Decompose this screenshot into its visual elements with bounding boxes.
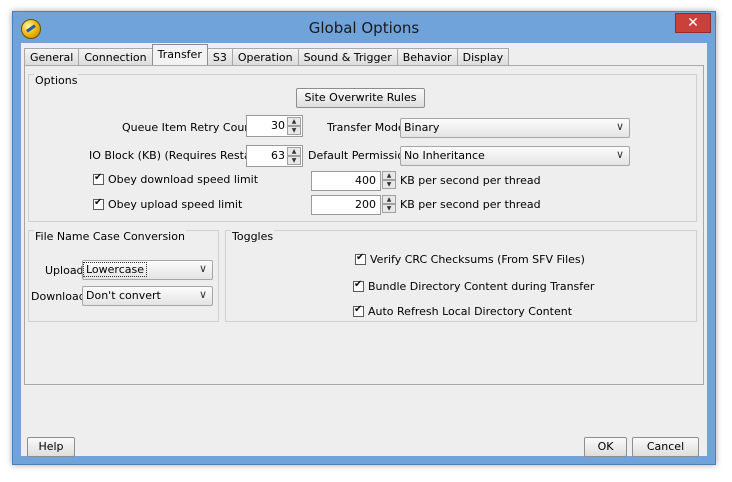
- chevron-down-icon: ∨: [198, 262, 207, 275]
- ok-button[interactable]: OK: [584, 437, 627, 457]
- upload-case-label: Upload: [45, 264, 84, 277]
- download-limit-arrows[interactable]: ▲ ▼: [380, 171, 396, 191]
- download-limit-input[interactable]: 400: [311, 171, 381, 191]
- retry-count-spinner[interactable]: 30 ▲ ▼: [246, 115, 303, 137]
- toggles-group: Toggles Verify CRC Checksums (From SFV F…: [225, 230, 697, 322]
- upload-limit-label: Obey upload speed limit: [108, 197, 243, 211]
- download-limit-checkbox[interactable]: Obey download speed limit: [93, 171, 258, 187]
- download-case-label: Download: [31, 290, 86, 303]
- case-conversion-group: File Name Case Conversion Upload Lowerca…: [28, 230, 219, 322]
- tab-general[interactable]: General: [24, 48, 80, 65]
- default-permission-select[interactable]: No Inheritance ∨: [400, 146, 630, 166]
- tab-behavior[interactable]: Behavior: [396, 48, 458, 65]
- options-window: Global Options ✕ General Connection Tran…: [12, 11, 716, 465]
- auto-refresh-label: Auto Refresh Local Directory Content: [368, 304, 573, 318]
- tab-operation[interactable]: Operation: [231, 48, 299, 65]
- tab-display[interactable]: Display: [456, 48, 510, 65]
- tab-s3[interactable]: S3: [206, 48, 233, 65]
- download-unit-label: KB per second per thread: [400, 174, 541, 187]
- download-case-value: Don't convert: [86, 289, 161, 302]
- auto-refresh-checkbox[interactable]: Auto Refresh Local Directory Content: [353, 303, 572, 319]
- options-group-title: Options: [34, 74, 79, 87]
- upload-case-value: Lowercase: [83, 262, 147, 277]
- checkmark-icon: [93, 197, 104, 210]
- default-permission-value: No Inheritance: [404, 149, 485, 162]
- io-block-label: IO Block (KB) (Requires Restart): [89, 149, 264, 162]
- window-title: Global Options: [308, 19, 420, 37]
- verify-crc-checkbox[interactable]: Verify CRC Checksums (From SFV Files): [355, 251, 585, 267]
- upload-limit-checkbox[interactable]: Obey upload speed limit: [93, 196, 242, 212]
- arrow-down-icon[interactable]: ▼: [287, 126, 301, 135]
- upload-limit-value: 200: [355, 198, 376, 211]
- arrow-up-icon[interactable]: ▲: [287, 117, 301, 126]
- tab-sound-trigger[interactable]: Sound & Trigger: [297, 48, 398, 65]
- upload-limit-input[interactable]: 200: [311, 195, 381, 215]
- cancel-button[interactable]: Cancel: [632, 437, 699, 457]
- checkmark-icon: [355, 252, 366, 265]
- transfer-panel: Options Site Overwrite Rules Queue Item …: [24, 65, 704, 385]
- options-group: Options Site Overwrite Rules Queue Item …: [28, 74, 697, 222]
- transfer-mode-label: Transfer Mode: [327, 121, 405, 134]
- arrow-down-icon[interactable]: ▼: [287, 156, 301, 165]
- chevron-down-icon: ∨: [615, 148, 624, 161]
- bundle-directory-label: Bundle Directory Content during Transfer: [368, 279, 595, 293]
- checkmark-icon: [353, 279, 364, 292]
- dialog-client: General Connection Transfer S3 Operation…: [21, 43, 707, 457]
- download-limit-label: Obey download speed limit: [108, 172, 259, 186]
- close-button[interactable]: ✕: [675, 13, 711, 33]
- transfer-mode-value: Binary: [404, 121, 440, 134]
- default-permission-label: Default Permission: [308, 149, 412, 162]
- retry-count-label: Queue Item Retry Count: [122, 121, 256, 134]
- transfer-mode-select[interactable]: Binary ∨: [400, 118, 630, 138]
- upload-case-select[interactable]: Lowercase ∨: [82, 260, 213, 280]
- chevron-down-icon: ∨: [198, 288, 207, 301]
- tab-connection[interactable]: Connection: [78, 48, 153, 65]
- arrow-up-icon[interactable]: ▲: [382, 171, 396, 180]
- retry-count-value: 30: [271, 119, 285, 132]
- tab-bar: General Connection Transfer S3 Operation…: [24, 44, 510, 65]
- upload-unit-label: KB per second per thread: [400, 198, 541, 211]
- io-block-spinner[interactable]: 63 ▲ ▼: [246, 145, 303, 167]
- tab-transfer[interactable]: Transfer: [151, 44, 208, 65]
- arrow-up-icon[interactable]: ▲: [287, 147, 301, 156]
- checkmark-icon: [93, 172, 104, 185]
- bundle-directory-checkbox[interactable]: Bundle Directory Content during Transfer: [353, 278, 594, 294]
- download-limit-value: 400: [355, 174, 376, 187]
- verify-crc-label: Verify CRC Checksums (From SFV Files): [370, 252, 585, 266]
- upload-limit-arrows[interactable]: ▲ ▼: [380, 195, 396, 215]
- checkmark-icon: [353, 304, 364, 317]
- site-overwrite-rules-button[interactable]: Site Overwrite Rules: [296, 88, 425, 108]
- arrow-down-icon[interactable]: ▼: [382, 180, 396, 189]
- case-conversion-title: File Name Case Conversion: [34, 230, 186, 243]
- toggles-title: Toggles: [231, 230, 275, 243]
- arrow-down-icon[interactable]: ▼: [382, 204, 396, 213]
- chevron-down-icon: ∨: [615, 120, 624, 133]
- io-block-value: 63: [271, 149, 285, 162]
- arrow-up-icon[interactable]: ▲: [382, 195, 396, 204]
- title-bar[interactable]: Global Options ✕: [13, 12, 715, 44]
- help-button[interactable]: Help: [27, 437, 75, 457]
- download-case-select[interactable]: Don't convert ∨: [82, 286, 213, 306]
